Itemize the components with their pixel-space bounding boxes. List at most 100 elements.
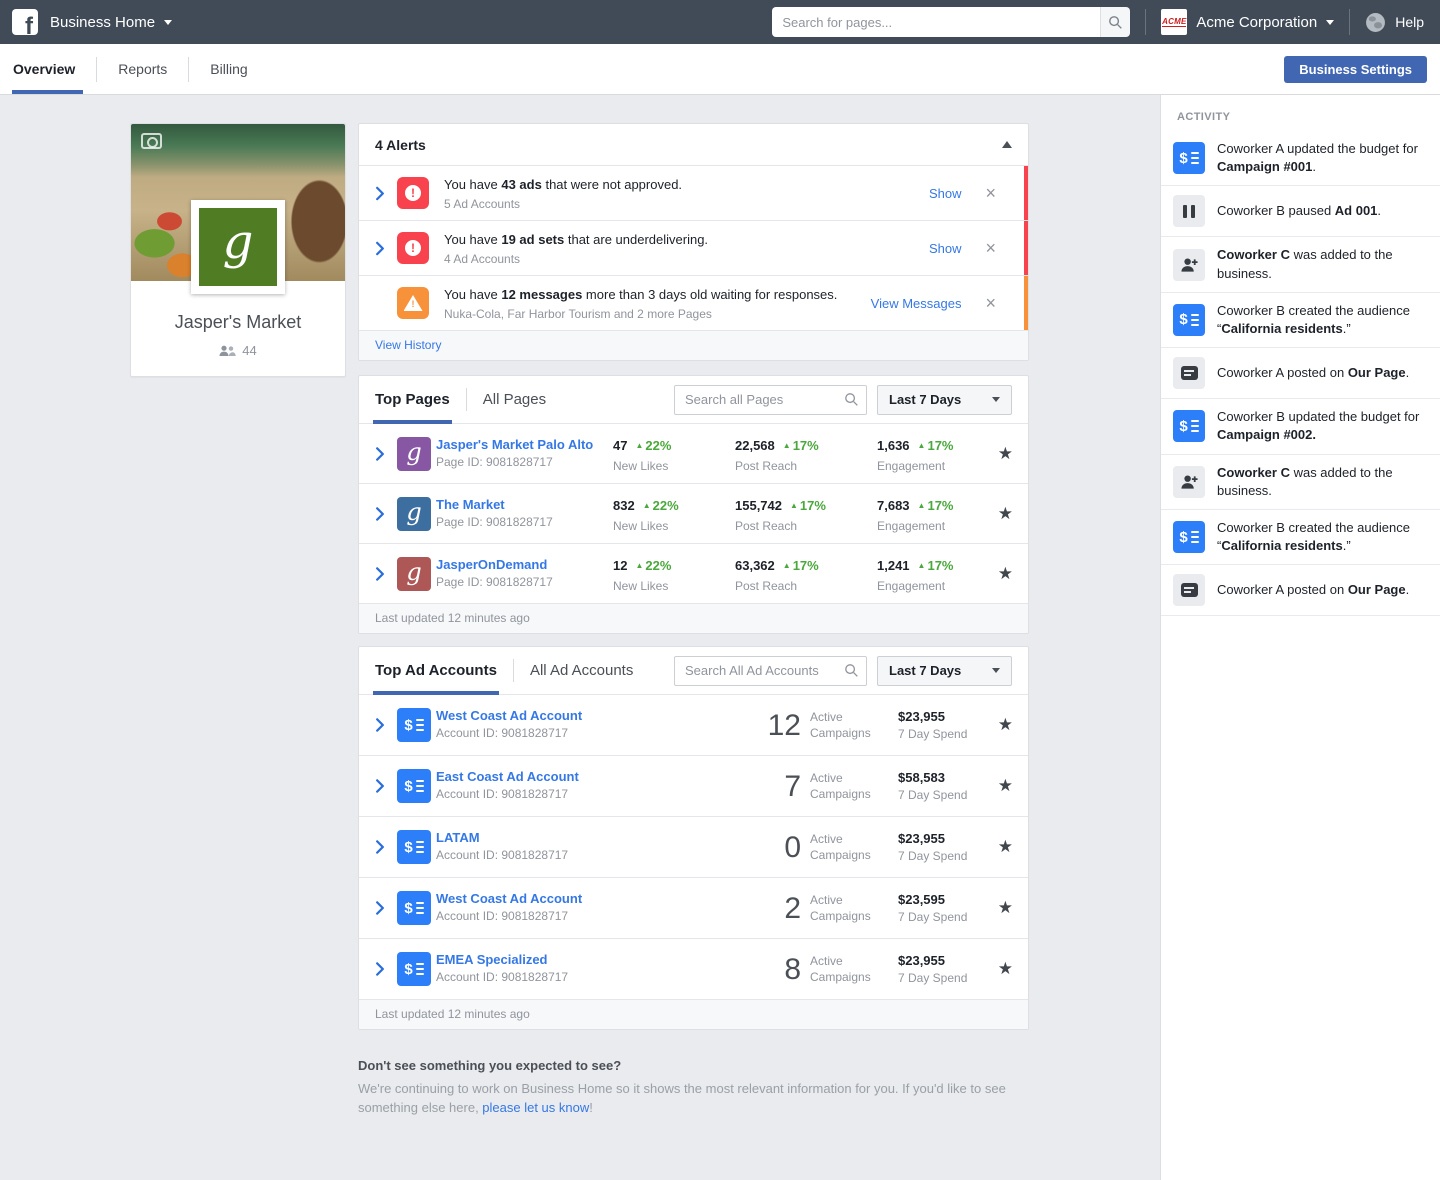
person-add-icon <box>1180 256 1199 274</box>
feedback-note: Don't see something you expected to see?… <box>358 1058 1018 1118</box>
view-history-link[interactable]: View History <box>375 338 441 352</box>
alert-action-link[interactable]: View Messages <box>871 296 962 311</box>
close-icon[interactable]: × <box>985 294 996 312</box>
search-icon <box>1109 15 1123 29</box>
camera-icon[interactable] <box>141 133 162 149</box>
page-row: g JasperOnDemand Page ID: 9081828717 12 ▲… <box>359 544 1028 604</box>
let-us-know-link[interactable]: please let us know <box>482 1100 589 1115</box>
pages-search-input[interactable] <box>674 384 867 415</box>
activity-item[interactable]: $ Coworker B paused Ad 001. <box>1161 186 1440 238</box>
tab-all-ad-accounts[interactable]: All Ad Accounts <box>514 647 649 694</box>
ad-account-icon: $ <box>397 830 431 864</box>
ad-accounts-search-input[interactable] <box>674 655 867 686</box>
activity-icon: $ <box>1173 465 1205 498</box>
tab-reports[interactable]: Reports <box>97 44 188 94</box>
activity-item[interactable]: $ Coworker B updated the budget for Camp… <box>1161 399 1440 455</box>
tab-top-pages[interactable]: Top Pages <box>359 376 466 424</box>
page-name-link[interactable]: Jasper's Market Palo Alto <box>436 437 593 452</box>
help-link[interactable]: Help <box>1365 12 1424 33</box>
tab-top-ad-accounts[interactable]: Top Ad Accounts <box>359 647 513 695</box>
facebook-logo-icon[interactable]: f <box>12 9 38 35</box>
app-title: Business Home <box>50 13 156 31</box>
top-pages-card: Top Pages All Pages Last 7 Days g Jasper… <box>358 375 1029 634</box>
activity-item[interactable]: $ Coworker A posted on Our Page. <box>1161 348 1440 400</box>
page-name-link[interactable]: The Market <box>436 497 505 512</box>
expand-chevron-icon[interactable] <box>375 186 397 201</box>
favorite-star-icon[interactable]: ★ <box>998 898 1013 918</box>
money-icon: $ <box>404 777 424 795</box>
alert-action-link[interactable]: Show <box>929 186 962 201</box>
tab-all-pages[interactable]: All Pages <box>467 376 562 423</box>
top-bar: f Business Home ACME Acme Corporation He… <box>0 0 1440 44</box>
activity-item[interactable]: $ Coworker B created the audience “Calif… <box>1161 510 1440 566</box>
favorite-star-icon[interactable]: ★ <box>998 715 1013 735</box>
page-logo[interactable]: g <box>191 200 285 294</box>
stat-new-likes: 832 ▲ 22% New Likes <box>613 498 679 533</box>
close-icon[interactable]: × <box>985 239 996 257</box>
search-icon <box>845 663 858 677</box>
close-icon[interactable]: × <box>985 184 996 202</box>
app-title-dropdown[interactable]: Business Home <box>50 13 173 31</box>
search-input[interactable] <box>772 7 1101 37</box>
spend-value: $23,955 <box>898 953 945 968</box>
pages-list: g Jasper's Market Palo Alto Page ID: 908… <box>359 424 1028 604</box>
activity-sidebar: ACTIVITY $ Coworker A updated the budget… <box>1160 95 1440 1180</box>
activity-item[interactable]: $ Coworker A updated the budget for Camp… <box>1161 131 1440 187</box>
tab-billing[interactable]: Billing <box>189 44 268 94</box>
activity-icon: $ <box>1173 574 1205 607</box>
expand-chevron-icon[interactable] <box>375 446 385 461</box>
expand-chevron-icon[interactable] <box>375 962 385 977</box>
collapse-icon[interactable] <box>1002 141 1012 148</box>
activity-item[interactable]: $ Coworker B created the audience “Calif… <box>1161 293 1440 349</box>
ad-account-name-link[interactable]: East Coast Ad Account <box>436 769 579 784</box>
ad-account-name-link[interactable]: LATAM <box>436 830 480 845</box>
favorite-star-icon[interactable]: ★ <box>998 564 1013 584</box>
expand-chevron-icon[interactable] <box>375 506 385 521</box>
favorite-star-icon[interactable]: ★ <box>998 444 1013 464</box>
expand-chevron-icon[interactable] <box>375 566 385 581</box>
ad-account-id: Account ID: 9081828717 <box>436 970 569 984</box>
ad-accounts-search <box>674 655 867 686</box>
expand-chevron-icon[interactable] <box>375 779 385 794</box>
active-campaigns-label: Active Campaigns <box>810 771 871 801</box>
activity-item[interactable]: $ Coworker C was added to the business. <box>1161 455 1440 510</box>
tab-overview[interactable]: Overview <box>0 44 96 94</box>
activity-item[interactable]: $ Coworker A posted on Our Page. <box>1161 565 1440 617</box>
ad-account-name-link[interactable]: EMEA Specialized <box>436 952 548 967</box>
business-switcher[interactable]: ACME Acme Corporation <box>1161 9 1335 35</box>
page-id: Page ID: 9081828717 <box>436 575 553 589</box>
business-settings-button[interactable]: Business Settings <box>1284 55 1427 83</box>
alert-severity-icon: ! ! <box>397 232 429 264</box>
spend-label: 7 Day Spend <box>898 971 968 985</box>
pages-date-range-dropdown[interactable]: Last 7 Days <box>877 384 1012 415</box>
spend-value: $58,583 <box>898 770 945 785</box>
ad-accounts-date-range-dropdown[interactable]: Last 7 Days <box>877 655 1012 686</box>
search-icon <box>845 392 858 406</box>
expand-chevron-icon[interactable] <box>375 901 385 916</box>
active-campaigns-count: 0 <box>784 831 801 864</box>
ad-account-name-link[interactable]: West Coast Ad Account <box>436 891 582 906</box>
alert-severity-icon: ! ! <box>397 287 429 319</box>
search-button[interactable] <box>1100 7 1131 37</box>
favorite-star-icon[interactable]: ★ <box>998 959 1013 979</box>
expand-chevron-icon[interactable] <box>375 241 397 256</box>
favorite-star-icon[interactable]: ★ <box>998 837 1013 857</box>
up-arrow-icon: ▲ <box>782 441 791 450</box>
expand-chevron-icon[interactable] <box>375 840 385 855</box>
favorite-star-icon[interactable]: ★ <box>998 776 1013 796</box>
alert-action-link[interactable]: Show <box>929 241 962 256</box>
pause-icon <box>1181 204 1197 218</box>
ad-accounts-footer: Last updated 12 minutes ago <box>359 1000 1028 1029</box>
page-name-link[interactable]: JasperOnDemand <box>436 557 547 572</box>
members-count: 44 <box>242 343 257 358</box>
expand-chevron-icon[interactable] <box>375 718 385 733</box>
stat-new-likes: 12 ▲ 22% New Likes <box>613 558 672 593</box>
activity-item[interactable]: $ Coworker C was added to the business. <box>1161 237 1440 293</box>
stat-post-reach: 63,362 ▲ 17% Post Reach <box>735 558 819 593</box>
ad-account-id: Account ID: 9081828717 <box>436 848 569 862</box>
favorite-star-icon[interactable]: ★ <box>998 504 1013 524</box>
help-label: Help <box>1395 14 1424 30</box>
ad-account-name-link[interactable]: West Coast Ad Account <box>436 708 582 723</box>
alert-text: You have 19 ad sets that are underdelive… <box>444 231 917 266</box>
jaspers-market-logo-icon: g <box>199 208 277 286</box>
